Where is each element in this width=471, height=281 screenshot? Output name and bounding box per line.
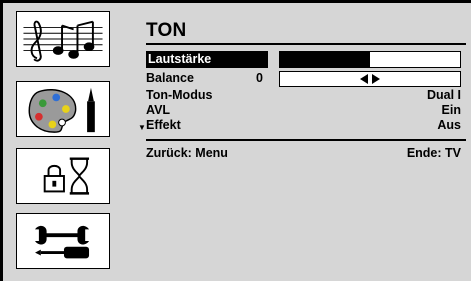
- volume-label: Lautstärke: [146, 51, 268, 68]
- balance-label: Balance: [146, 71, 194, 85]
- volume-slider-fill: [280, 52, 370, 67]
- scroll-down-icon: ▼: [138, 123, 146, 132]
- footer-divider: [146, 139, 466, 141]
- effect-label: Effekt: [146, 118, 181, 132]
- sidebar-item-lock-timer[interactable]: [16, 148, 110, 204]
- sidebar-item-picture[interactable]: [16, 81, 110, 137]
- sound-mode-label: Ton-Modus: [146, 88, 213, 102]
- volume-slider[interactable]: [279, 51, 461, 68]
- back-hint: Zurück: Menu: [146, 146, 228, 160]
- sidebar-item-setup[interactable]: [16, 213, 110, 269]
- title-divider: [146, 43, 466, 45]
- music-notes-icon: [23, 20, 103, 62]
- sidebar: [3, 3, 124, 281]
- left-right-arrows-icon: [360, 74, 380, 84]
- osd-window: TON Lautstärke Balance 0 Ton-Modus Dual …: [0, 0, 471, 281]
- sidebar-item-sound[interactable]: [16, 11, 110, 67]
- sound-menu-panel: TON Lautstärke Balance 0 Ton-Modus Dual …: [124, 3, 471, 281]
- avl-value: Ein: [441, 103, 461, 117]
- lock-timer-icon: [43, 157, 90, 195]
- sound-mode-value: Dual I: [426, 88, 461, 102]
- avl-label: AVL: [146, 103, 171, 117]
- exit-hint: Ende: TV: [406, 146, 461, 160]
- paint-palette-icon: [28, 87, 95, 133]
- menu-title: TON: [146, 20, 187, 41]
- balance-value: 0: [256, 71, 263, 85]
- balance-slider[interactable]: [279, 71, 461, 87]
- effect-value: Aus: [437, 118, 461, 132]
- tools-icon: [35, 225, 90, 259]
